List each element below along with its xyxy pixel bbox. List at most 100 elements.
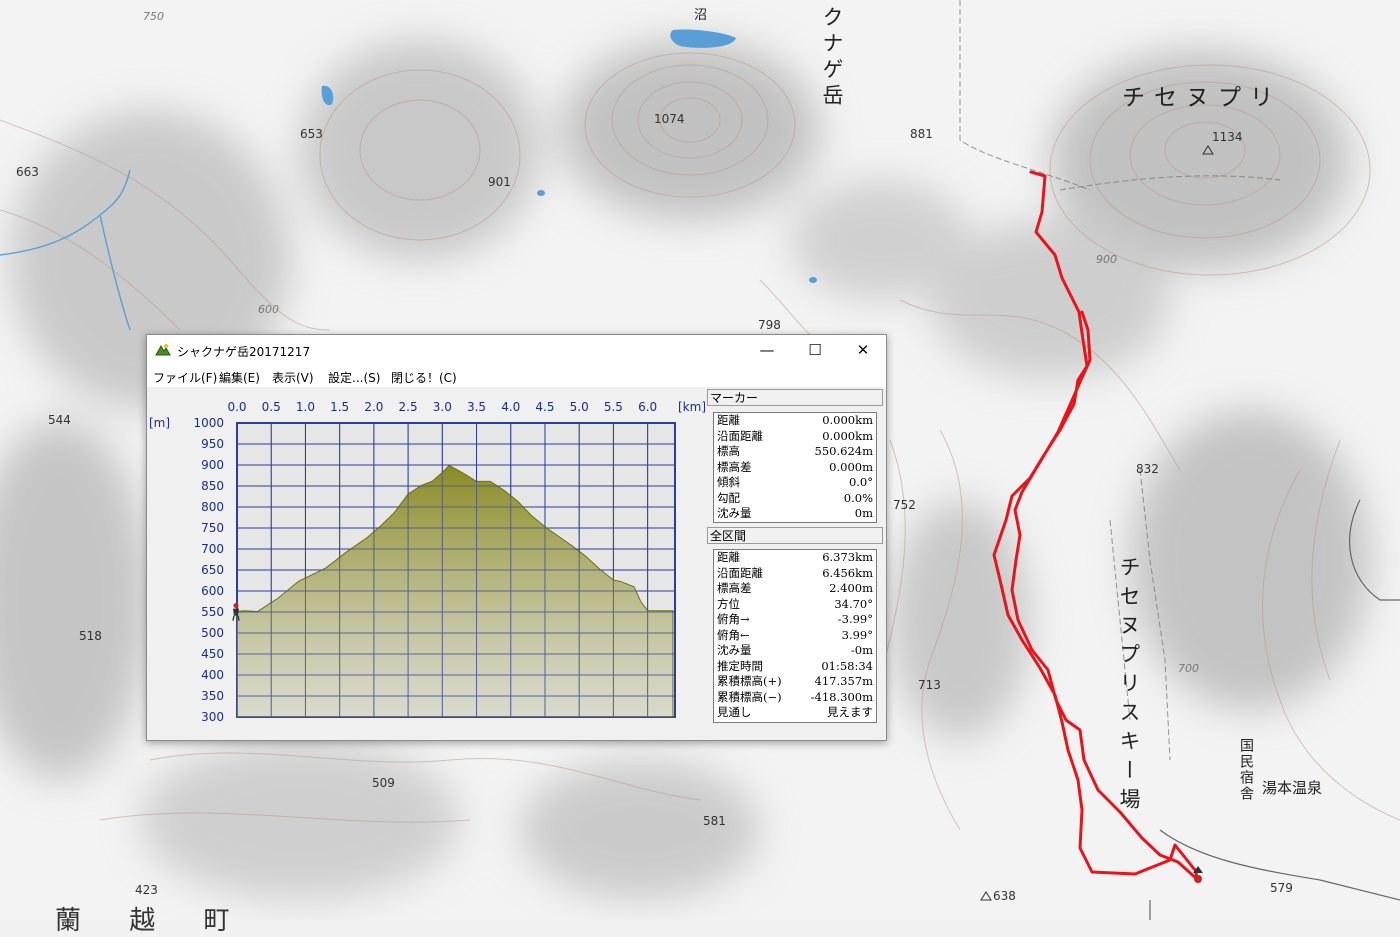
- menu-bar: ファイル(F) 編集(E) 表示(V) 設定...(S) 閉じる！(C): [147, 365, 886, 387]
- total-row: 方位 34.70°: [714, 597, 876, 613]
- marker-row: 沈み量 0m: [714, 506, 876, 522]
- map-label-kokumin: 国民宿舎: [1238, 738, 1254, 802]
- y-axis-unit: [m]: [149, 416, 170, 430]
- marker-row: 傾斜 0.0°: [714, 475, 876, 491]
- stat-label: 方位: [717, 596, 740, 611]
- map-label-numa: 沼: [694, 8, 708, 23]
- stat-value: 417.357m: [814, 674, 873, 688]
- marker-row: 標高差 0.000m: [714, 460, 876, 476]
- stat-value: 3.99°: [841, 627, 873, 642]
- close-button[interactable]: ✕: [840, 335, 886, 365]
- total-row: 沈み量 -0m: [714, 643, 876, 659]
- stat-value: 550.624m: [814, 444, 873, 458]
- stat-label: 沿面距離: [717, 428, 763, 443]
- map-label-shakunage: クナゲ岳: [820, 6, 844, 110]
- marker-panel-header: マーカー: [707, 389, 883, 406]
- y-tick-label: 350: [201, 689, 224, 703]
- spot-height: 544: [48, 413, 71, 427]
- x-tick-label: 0.0: [227, 400, 246, 414]
- x-tick-label: 2.5: [399, 400, 418, 414]
- elevation-profile-chart[interactable]: 0.0 0.5 1.0 1.5 2.0 2.5 3.0 3.5 4.0 4.5 5.0 5.5 6.0 …: [147, 387, 705, 740]
- x-tick-label: 3.5: [467, 400, 486, 414]
- stat-label: 累積標高(−): [717, 689, 782, 704]
- x-tick-label: 2.0: [364, 400, 383, 414]
- stat-label: 標高差: [717, 459, 752, 474]
- map-label-ski-area: チセヌプリスキー場: [1117, 556, 1141, 817]
- spot-height: 423: [135, 883, 158, 897]
- total-row: 推定時間 01:58:34: [714, 659, 876, 675]
- marker-row: 標高 550.624m: [714, 444, 876, 460]
- x-tick-label: 1.5: [330, 400, 349, 414]
- spot-height: 752: [893, 498, 916, 512]
- y-tick-label: 600: [201, 584, 224, 598]
- spot-height: 832: [1136, 462, 1159, 476]
- stat-value: 01:58:34: [821, 658, 873, 673]
- stat-value: 34.70°: [834, 596, 873, 611]
- total-row: 標高差 2.400m: [714, 581, 876, 597]
- stat-label: 標高差: [717, 581, 752, 595]
- total-row: 沿面距離 6.456km: [714, 566, 876, 582]
- stat-label: 距離: [717, 550, 740, 564]
- marker-row: 沿面距離 0.000km: [714, 429, 876, 445]
- stat-value: -0m: [850, 643, 873, 657]
- menu-edit[interactable]: 編集(E): [219, 369, 260, 386]
- stat-label: 距離: [717, 413, 740, 427]
- stat-value: 0m: [854, 506, 873, 520]
- stat-value: 6.373km: [822, 550, 873, 564]
- stat-label: 累積標高(+): [717, 674, 782, 688]
- map-label-chisenupuri: チセヌプリ: [1122, 85, 1282, 111]
- stat-value: -418.300m: [810, 689, 873, 704]
- stat-label: 傾斜: [717, 475, 740, 489]
- stat-value: 6.456km: [822, 565, 873, 580]
- map-label-town: 蘭 越 町: [55, 906, 250, 936]
- spot-height: 518: [79, 629, 102, 643]
- y-tick-label: 850: [201, 479, 224, 493]
- profile-window[interactable]: シャクナゲ岳20171217 — ☐ ✕ ファイル(F) 編集(E) 表示(V)…: [146, 334, 887, 741]
- stat-label: 推定時間: [717, 658, 763, 673]
- menu-file[interactable]: ファイル(F): [153, 369, 217, 386]
- spot-height: 798: [758, 318, 781, 332]
- marker-panel: 距離 0.000km 沿面距離 0.000km 標高 550.624m 標高差 0.000m 傾…: [713, 412, 877, 523]
- marker-row: 勾配 0.0%: [714, 491, 876, 507]
- spot-height: 713: [918, 678, 941, 692]
- stat-value: 2.400m: [829, 581, 873, 595]
- total-row: 累積標高(−) -418.300m: [714, 690, 876, 706]
- contour-label: 600: [258, 303, 279, 316]
- map-label-onsen: 湯本温泉: [1262, 779, 1323, 797]
- maximize-button[interactable]: ☐: [792, 335, 838, 365]
- total-row: 俯角→ -3.99°: [714, 612, 876, 628]
- stat-value: 0.0%: [843, 490, 873, 505]
- total-panel-header: 全区間: [707, 527, 883, 544]
- marker-row: 距離 0.000km: [714, 413, 876, 429]
- y-tick-label: 550: [201, 605, 224, 619]
- total-panel: 距離 6.373km 沿面距離 6.456km 標高差 2.400m 方位 34.70° 俯角→…: [713, 549, 877, 723]
- stat-label: 俯角←: [717, 627, 750, 642]
- stat-value: 見えます: [827, 705, 873, 719]
- x-tick-label: 3.0: [433, 400, 452, 414]
- y-tick-label: 650: [201, 563, 224, 577]
- stat-value: 0.000km: [822, 413, 873, 427]
- menu-view[interactable]: 表示(V): [272, 369, 314, 386]
- minimize-button[interactable]: —: [744, 335, 790, 365]
- x-tick-label: 6.0: [638, 400, 657, 414]
- stat-label: 勾配: [717, 490, 740, 505]
- menu-close[interactable]: 閉じる！(C): [391, 369, 457, 386]
- spot-height: 638: [993, 889, 1016, 903]
- contour-label: 700: [1178, 662, 1199, 675]
- stat-label: 沈み量: [717, 506, 752, 520]
- total-row: 累積標高(+) 417.357m: [714, 674, 876, 690]
- stat-label: 俯角→: [717, 612, 750, 626]
- x-tick-label: 4.5: [535, 400, 554, 414]
- y-tick-label: 700: [201, 542, 224, 556]
- app-icon: [155, 344, 171, 356]
- y-tick-label: 1000: [193, 416, 224, 430]
- spot-height: 1074: [654, 112, 685, 126]
- y-tick-label: 750: [201, 521, 224, 535]
- spot-height: 663: [16, 165, 39, 179]
- x-tick-label: 0.5: [262, 400, 281, 414]
- menu-settings[interactable]: 設定...(S): [328, 369, 380, 386]
- stat-label: 見通し: [717, 705, 752, 719]
- window-titlebar[interactable]: シャクナゲ岳20171217 — ☐ ✕: [147, 335, 886, 365]
- contour-label: 750: [143, 10, 164, 23]
- x-tick-label: 5.5: [604, 400, 623, 414]
